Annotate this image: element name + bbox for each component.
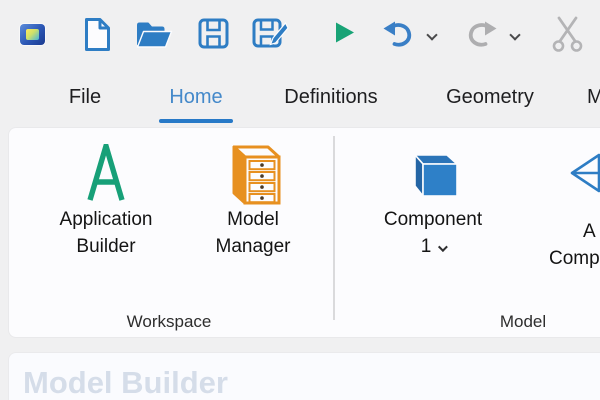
model-builder-title: Model Builder: [23, 365, 228, 400]
workspace-group-label: Workspace: [89, 312, 249, 332]
cut-button[interactable]: [551, 16, 584, 53]
quick-access-toolbar: [0, 0, 600, 78]
run-button[interactable]: [334, 21, 356, 44]
application-builder-button[interactable]: Application Builder: [32, 140, 180, 260]
scissors-icon: [551, 16, 584, 53]
tab-home[interactable]: Home: [169, 86, 222, 109]
ribbon-tab-bar: File Home Definitions Geometry M: [0, 80, 600, 127]
ribbon-panel: Application Builder: [8, 127, 600, 338]
model-group-label: Model: [443, 312, 600, 332]
tab-file[interactable]: File: [69, 86, 101, 109]
add-component-button[interactable]: [564, 140, 600, 206]
save-as-icon: [252, 16, 292, 52]
tab-materials-truncated[interactable]: M: [587, 86, 600, 109]
new-file-icon: [84, 17, 111, 52]
application-builder-icon: [87, 140, 125, 206]
component-1-label: Component 1: [384, 206, 482, 260]
tab-geometry[interactable]: Geometry: [446, 86, 534, 109]
component-1-button[interactable]: Component 1: [355, 140, 511, 260]
redo-icon: [466, 20, 497, 49]
new-file-button[interactable]: [84, 17, 111, 52]
add-component-icon: [569, 140, 600, 206]
model-manager-label: Model Manager: [216, 206, 291, 260]
comsol-app-icon[interactable]: [20, 24, 45, 45]
undo-dropdown-chevron-icon[interactable]: [426, 29, 437, 40]
open-button[interactable]: [136, 21, 173, 49]
ribbon-group-divider: [333, 136, 335, 320]
model-manager-button[interactable]: Model Manager: [183, 140, 323, 260]
add-component-label-line1: A: [583, 218, 596, 245]
redo-button[interactable]: [466, 20, 497, 49]
component-dropdown-chevron-icon: [438, 242, 448, 252]
save-as-button[interactable]: [252, 16, 292, 52]
active-tab-underline: [159, 119, 233, 123]
play-icon: [334, 21, 356, 44]
undo-button[interactable]: [383, 20, 414, 49]
component-cube-icon: [407, 140, 459, 206]
save-button[interactable]: [198, 18, 229, 49]
comsol-logo-inner: [26, 29, 39, 40]
application-builder-label: Application Builder: [60, 206, 153, 260]
model-manager-icon: [225, 140, 281, 206]
open-folder-icon: [136, 21, 173, 49]
tab-definitions[interactable]: Definitions: [284, 86, 377, 109]
undo-icon: [383, 20, 414, 49]
add-component-label-line2: Comp: [549, 245, 600, 272]
save-icon: [198, 18, 229, 49]
redo-dropdown-chevron-icon[interactable]: [509, 29, 520, 40]
model-builder-panel: Model Builder: [8, 352, 600, 400]
